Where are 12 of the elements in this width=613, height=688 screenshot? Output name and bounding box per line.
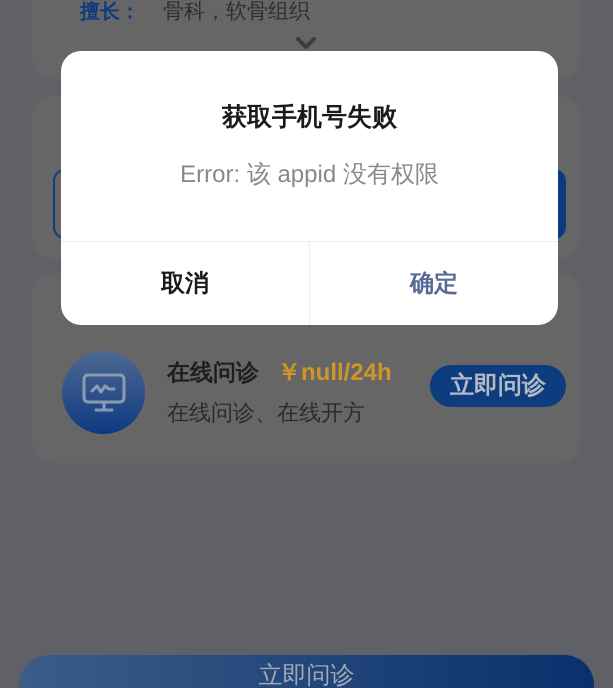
dialog-message: Error: 该 appid 没有权限 — [180, 160, 439, 190]
service-description: 在线问诊、在线开方 — [167, 399, 366, 427]
consult-button[interactable]: 立即问诊 — [430, 364, 566, 406]
service-title: 在线问诊 — [167, 358, 259, 387]
chevron-down-icon[interactable] — [296, 37, 316, 49]
service-price: ￥null/24h — [277, 358, 392, 388]
cancel-button[interactable]: 取消 — [61, 242, 309, 325]
specialty-label: 擅长： — [80, 0, 141, 24]
bottom-consult-button[interactable]: 立即问诊 — [19, 655, 594, 688]
confirm-button[interactable]: 确定 — [309, 242, 558, 325]
dialog-title: 获取手机号失败 — [222, 102, 397, 133]
specialty-value: 骨科，软骨组织 — [163, 0, 310, 24]
